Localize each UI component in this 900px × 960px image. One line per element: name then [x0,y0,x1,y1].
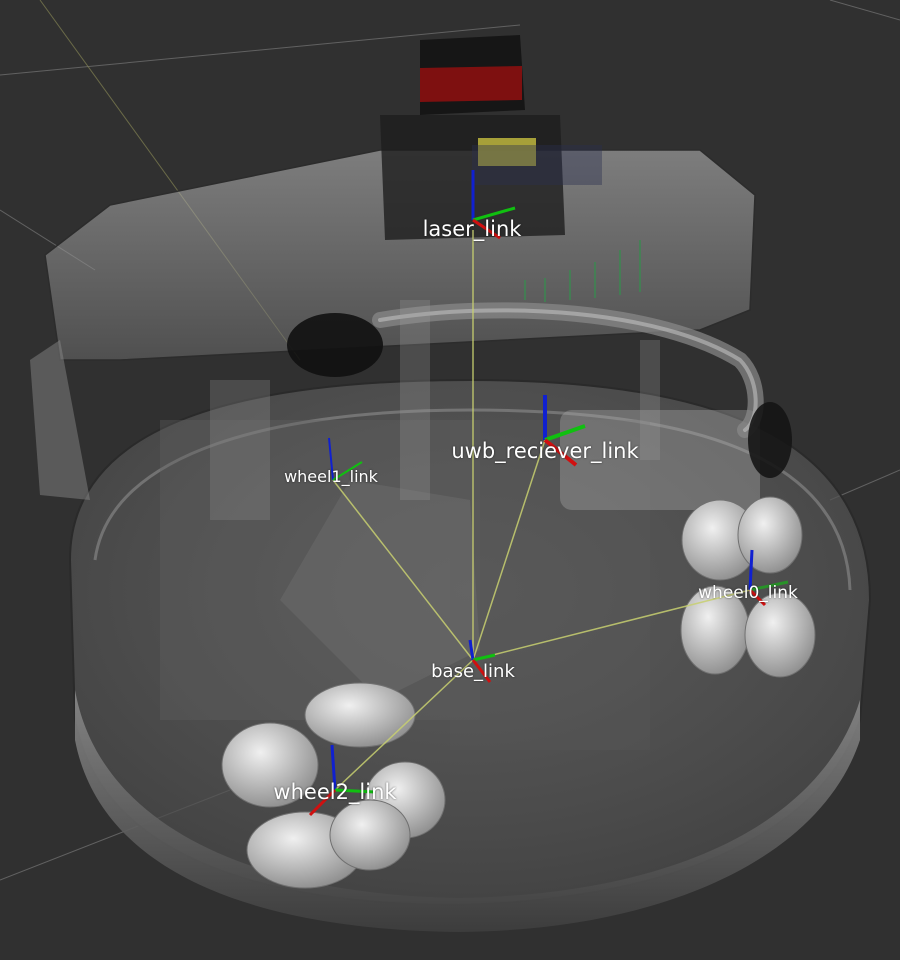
3d-viewport[interactable]: laser_link uwb_reciever_link wheel1_link… [0,0,900,960]
robot-scene[interactable] [0,0,900,960]
frame-label-laser-link: laser_link [422,217,522,241]
frame-label-wheel2-link: wheel2_link [273,780,397,804]
frame-label-uwb-reciever-link: uwb_reciever_link [451,439,639,463]
frame-label-wheel1-link: wheel1_link [284,467,378,486]
frame-label-base-link: base_link [431,661,515,682]
frame-label-wheel0-link: wheel0_link [698,583,798,603]
